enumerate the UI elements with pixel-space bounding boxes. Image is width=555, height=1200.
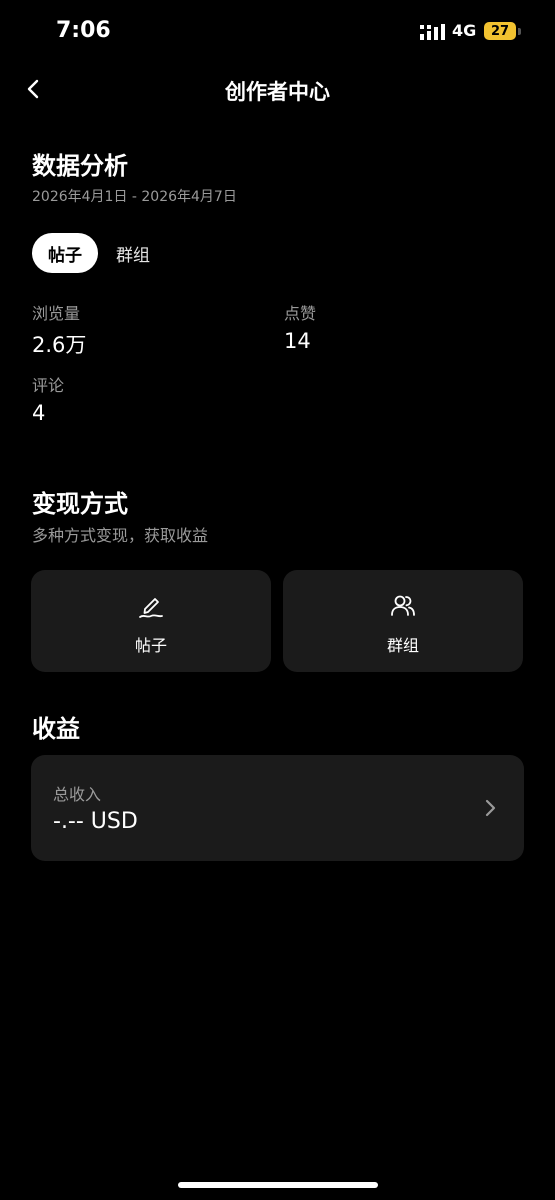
- battery-icon: 27: [484, 22, 516, 40]
- monetize-groups-label: 群组: [386, 636, 419, 655]
- chevron-right-icon: [485, 799, 496, 817]
- status-bar: 7:06 4G 27: [0, 0, 555, 60]
- battery-level: 27: [490, 23, 510, 39]
- edit-pen-icon: [139, 598, 163, 618]
- earnings-title: 收益: [32, 715, 80, 743]
- signal-strength-icon: [420, 24, 445, 40]
- monetize-groups-card[interactable]: 群组: [283, 570, 523, 672]
- nav-header: 创作者中心: [0, 70, 555, 110]
- tab-posts[interactable]: 帖子: [32, 233, 98, 273]
- monetize-posts-card[interactable]: 帖子: [31, 570, 271, 672]
- monetize-posts-label: 帖子: [134, 636, 167, 655]
- tab-groups[interactable]: 群组: [106, 233, 166, 273]
- likes-label: 点赞: [284, 304, 317, 323]
- battery-tip: [518, 28, 521, 35]
- total-income-card[interactable]: 总收入 -.-- USD: [31, 755, 524, 861]
- views-label: 浏览量: [32, 304, 81, 323]
- date-range: 2026年4月1日 - 2026年4月7日: [32, 189, 237, 205]
- status-time: 7:06: [56, 18, 111, 43]
- group-users-icon: [391, 595, 415, 616]
- monetization-subtitle: 多种方式变现，获取收益: [32, 526, 209, 545]
- analytics-title: 数据分析: [32, 152, 128, 180]
- views-value: 2.6万: [32, 333, 87, 357]
- comments-label: 评论: [32, 376, 65, 395]
- total-income-label: 总收入: [53, 785, 102, 804]
- monetization-title: 变现方式: [32, 490, 128, 518]
- total-income-value: -.-- USD: [53, 809, 138, 834]
- home-indicator[interactable]: [178, 1182, 378, 1188]
- likes-value: 14: [284, 329, 311, 353]
- comments-value: 4: [32, 401, 46, 425]
- network-type: 4G: [452, 21, 477, 40]
- analytics-tabs: 帖子 群组: [32, 233, 166, 273]
- page-title: 创作者中心: [225, 80, 330, 104]
